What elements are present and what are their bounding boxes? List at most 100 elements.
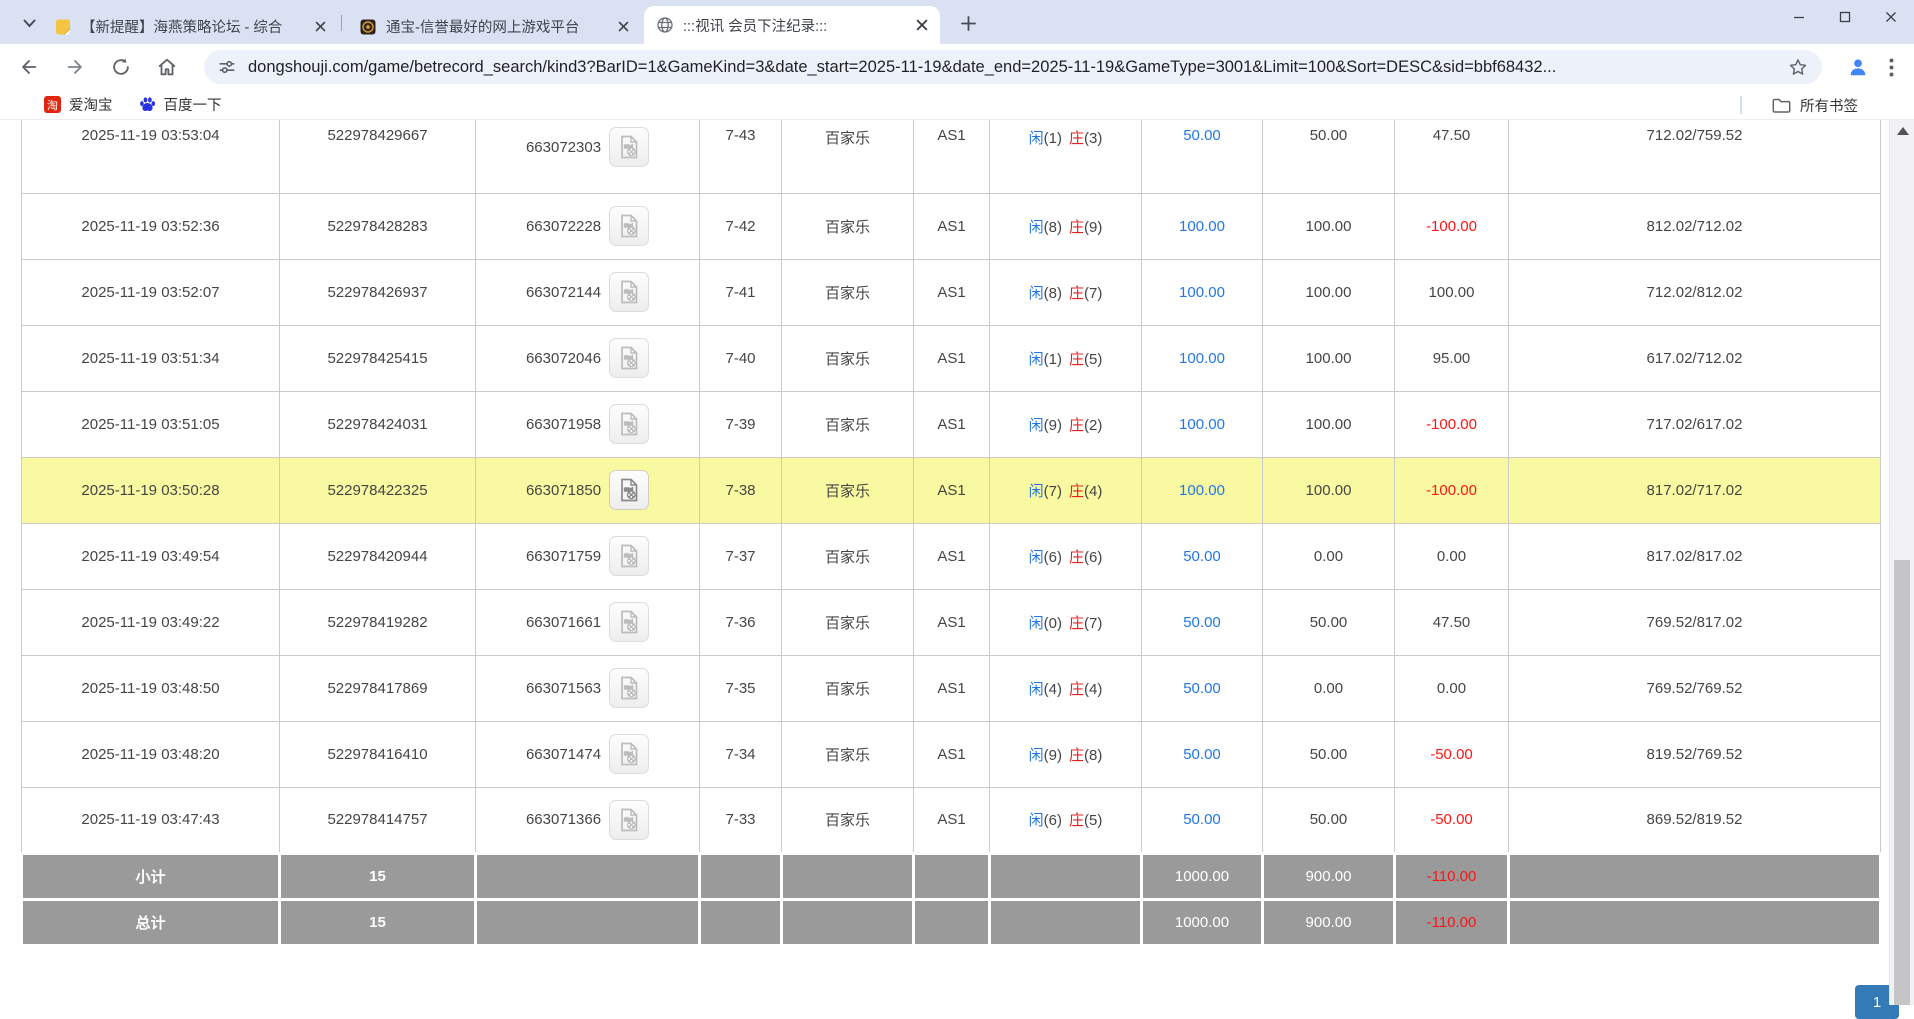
valid-amount-cell: 100.00 (1263, 325, 1395, 391)
table-row[interactable]: 2025-11-19 03:52:07 522978426937 6630721… (22, 259, 1881, 325)
player-points: (9) (1044, 747, 1062, 764)
bet-id-cell: 522978419282 (280, 589, 476, 655)
banker-label: 庄 (1069, 130, 1084, 147)
game-name-cell: 百家乐 (782, 589, 914, 655)
banker-label: 庄 (1069, 219, 1084, 236)
table-row[interactable]: 2025-11-19 03:52:36 522978428283 6630722… (22, 193, 1881, 259)
forward-button[interactable] (60, 52, 90, 82)
result-cell: 闲(1)庄(3) (990, 120, 1142, 193)
round-id-cell: 663072303 (476, 120, 700, 193)
account-cell: AS1 (914, 721, 990, 787)
table-round-cell: 7-35 (700, 655, 782, 721)
all-bookmarks-button[interactable]: 所有书签 (1772, 90, 1858, 120)
banker-label: 庄 (1069, 615, 1084, 632)
all-bookmarks-label: 所有书签 (1800, 95, 1858, 116)
video-replay-button[interactable] (609, 800, 649, 840)
tab-close-button[interactable] (310, 17, 330, 37)
tab-tongbao[interactable]: 通宝-信誉最好的网上游戏平台 (347, 9, 641, 44)
account-cell: AS1 (914, 787, 990, 853)
valid-amount-cell: 0.00 (1263, 655, 1395, 721)
scrollbar-up-arrow[interactable] (1890, 120, 1914, 142)
valid-amount-cell: 100.00 (1263, 259, 1395, 325)
video-replay-button[interactable] (609, 206, 649, 246)
balance-cell: 817.02/817.02 (1509, 523, 1881, 589)
table-round-cell: 7-43 (700, 120, 782, 193)
home-button[interactable] (152, 52, 182, 82)
round-id-cell: 663072144 (476, 259, 700, 325)
video-replay-icon (616, 279, 642, 305)
close-window-button[interactable] (1868, 0, 1914, 34)
player-label: 闲 (1029, 219, 1044, 236)
round-id-cell: 663071563 (476, 655, 700, 721)
player-label: 闲 (1029, 747, 1044, 764)
table-row[interactable]: 2025-11-19 03:48:20 522978416410 6630714… (22, 721, 1881, 787)
winloss-cell: -100.00 (1395, 457, 1509, 523)
bet-time-cell: 2025-11-19 03:53:04 (22, 120, 280, 193)
tab-close-button[interactable] (912, 15, 932, 35)
tab-close-button[interactable] (613, 17, 633, 37)
url-text[interactable]: dongshouji.com/game/betrecord_search/kin… (248, 58, 1788, 77)
subtotal-winloss: -110.00 (1395, 853, 1509, 899)
bet-time-cell: 2025-11-19 03:51:05 (22, 391, 280, 457)
profile-avatar[interactable] (1844, 53, 1872, 81)
video-replay-button[interactable] (609, 668, 649, 708)
banker-label: 庄 (1069, 747, 1084, 764)
game-name-cell: 百家乐 (782, 457, 914, 523)
tab-title: 【新提醒】海燕策略论坛 - 综合 (81, 16, 304, 37)
tab-betrecord-active[interactable]: :::视讯 会员下注纪录::: (644, 6, 940, 44)
video-replay-icon (616, 543, 642, 569)
video-replay-button[interactable] (609, 734, 649, 774)
bookmarks-divider (1740, 96, 1742, 114)
video-replay-button[interactable] (609, 602, 649, 642)
video-replay-icon (616, 675, 642, 701)
bet-id-cell: 522978414757 (280, 787, 476, 853)
site-info-tune-icon[interactable] (218, 58, 236, 76)
table-row[interactable]: 2025-11-19 03:47:43 522978414757 6630713… (22, 787, 1881, 853)
table-row[interactable]: 2025-11-19 03:51:34 522978425415 6630720… (22, 325, 1881, 391)
maximize-button[interactable] (1822, 0, 1868, 34)
table-row[interactable]: 2025-11-19 03:49:22 522978419282 6630716… (22, 589, 1881, 655)
table-row[interactable]: 2025-11-19 03:53:04 522978429667 6630723… (22, 120, 1881, 193)
round-id-cell: 663072228 (476, 193, 700, 259)
table-row[interactable]: 2025-11-19 03:49:54 522978420944 6630717… (22, 523, 1881, 589)
bookmark-star-icon[interactable] (1788, 57, 1808, 77)
valid-amount-cell: 50.00 (1263, 120, 1395, 193)
valid-amount-cell: 0.00 (1263, 523, 1395, 589)
subtotal-label: 小计 (22, 853, 280, 899)
table-row[interactable]: 2025-11-19 03:50:28 522978422325 6630718… (22, 457, 1881, 523)
video-replay-button[interactable] (609, 338, 649, 378)
player-label: 闲 (1029, 615, 1044, 632)
reload-button[interactable] (106, 52, 136, 82)
video-replay-button[interactable] (609, 127, 649, 167)
account-cell: AS1 (914, 120, 990, 193)
bookmark-aitaobao[interactable]: 淘 爱淘宝 (44, 94, 113, 115)
video-replay-button[interactable] (609, 470, 649, 510)
round-id-text: 663072228 (526, 218, 601, 235)
scrollbar-thumb[interactable] (1894, 560, 1910, 1005)
table-row[interactable]: 2025-11-19 03:51:05 522978424031 6630719… (22, 391, 1881, 457)
back-button[interactable] (14, 52, 44, 82)
table-row[interactable]: 2025-11-19 03:48:50 522978417869 6630715… (22, 655, 1881, 721)
bet-id-cell: 522978420944 (280, 523, 476, 589)
three-dot-menu[interactable] (1878, 53, 1904, 81)
bet-amount-cell: 100.00 (1142, 325, 1263, 391)
table-round-cell: 7-33 (700, 787, 782, 853)
result-cell: 闲(6)庄(6) (990, 523, 1142, 589)
round-id-cell: 663071759 (476, 523, 700, 589)
round-id-text: 663071759 (526, 548, 601, 565)
bookmark-baidu[interactable]: 百度一下 (139, 94, 222, 115)
video-replay-button[interactable] (609, 404, 649, 444)
video-replay-button[interactable] (609, 272, 649, 312)
video-replay-button[interactable] (609, 536, 649, 576)
game-name-cell: 百家乐 (782, 325, 914, 391)
tab-search-button[interactable] (16, 12, 42, 34)
address-bar[interactable]: dongshouji.com/game/betrecord_search/kin… (204, 50, 1822, 84)
bet-amount-cell: 100.00 (1142, 259, 1263, 325)
minimize-button[interactable] (1776, 0, 1822, 34)
banker-points: (4) (1084, 681, 1102, 698)
balance-cell: 769.52/817.02 (1509, 589, 1881, 655)
tab-haiyan-forum[interactable]: 【新提醒】海燕策略论坛 - 综合 (42, 9, 338, 44)
bet-amount-cell: 50.00 (1142, 721, 1263, 787)
game-name-cell: 百家乐 (782, 787, 914, 853)
new-tab-button[interactable] (956, 11, 980, 35)
